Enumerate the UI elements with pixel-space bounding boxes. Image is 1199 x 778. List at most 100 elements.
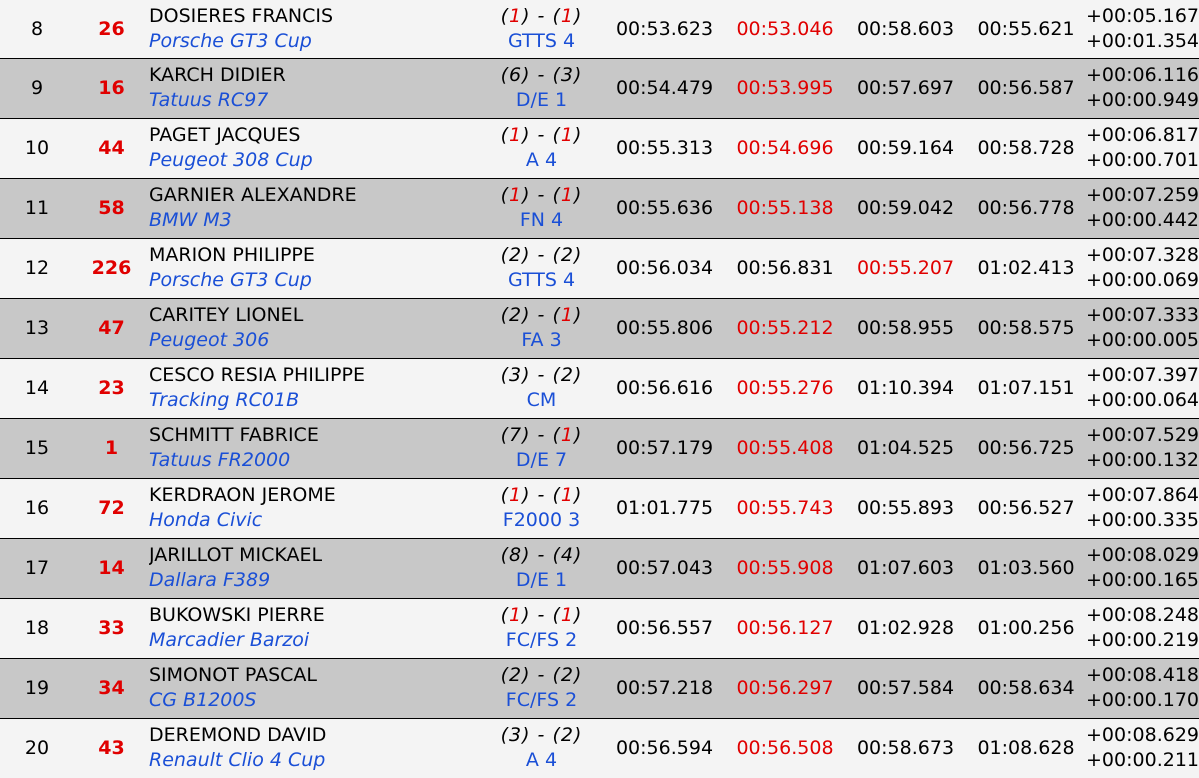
driver-name: GARNIER ALEXANDRE	[149, 184, 357, 206]
table-row[interactable]: 10 44 PAGET JACQUES Peugeot 308 Cup (1) …	[0, 117, 1199, 178]
driver-cell: CESCO RESIA PHILIPPE Tracking RC01B	[149, 357, 479, 418]
position-cell: 8	[30, 17, 44, 40]
class-rank: (8) - (4)	[500, 544, 583, 566]
gap-cell: +00:07.328 +00:00.069	[1086, 237, 1199, 298]
gap-to-leader: +00:07.328	[1086, 244, 1199, 266]
gap-to-leader: +00:08.629	[1086, 724, 1199, 747]
overall-class-rank: 8	[509, 544, 523, 566]
driver-name: CESCO RESIA PHILIPPE	[149, 364, 365, 386]
table-row[interactable]: 14 23 CESCO RESIA PHILIPPE Tracking RC01…	[0, 357, 1199, 418]
lap-time-3: 01:10.394	[845, 357, 966, 418]
gap-to-previous: +00:01.354	[1086, 29, 1199, 52]
table-row[interactable]: 19 34 SIMONOT PASCAL CG B1200S (2) - (2)…	[0, 657, 1199, 718]
position-cell: 11	[0, 177, 74, 238]
gap-to-previous: +00:00.165	[1086, 569, 1199, 591]
car-number: 1	[74, 417, 149, 478]
category-rank: 2	[560, 364, 574, 386]
car-model: Honda Civic	[149, 509, 263, 531]
gap-to-previous: +00:00.335	[1086, 509, 1199, 531]
gap-to-previous: +00:00.069	[1086, 269, 1199, 291]
car-model: Porsche GT3 Cup	[149, 29, 312, 52]
gap-to-leader: +00:07.529	[1086, 424, 1199, 446]
driver-name: MARION PHILIPPE	[149, 244, 315, 266]
table-row[interactable]: 12 226 MARION PHILIPPE Porsche GT3 Cup (…	[0, 237, 1199, 298]
category-label: D/E 1	[515, 89, 568, 111]
lap-time-2: 00:56.297	[725, 657, 845, 718]
category-label: FC/FS 2	[505, 629, 578, 651]
lap-time-3: 00:57.584	[845, 657, 966, 718]
table-row[interactable]: 15 1 SCHMITT FABRICE Tatuus FR2000 (7) -…	[0, 417, 1199, 478]
lap-time-1: 00:57.179	[604, 417, 725, 478]
category-rank: 2	[560, 664, 574, 686]
driver-cell: JARILLOT MICKAEL Dallara F389	[149, 537, 479, 598]
position-cell: 17	[0, 537, 74, 598]
category-label: F2000 3	[502, 509, 581, 531]
gap-to-previous: +00:00.211	[1086, 749, 1199, 772]
class-rank: (2) - (2)	[500, 244, 583, 266]
class-rank: (1) - (1)	[500, 124, 583, 146]
driver-name: PAGET JACQUES	[149, 124, 301, 146]
gap-to-leader: +00:07.333	[1086, 304, 1199, 326]
lap-time-2: 00:55.212	[725, 297, 845, 358]
table-row[interactable]: 18 33 BUKOWSKI PIERRE Marcadier Barzoi (…	[0, 597, 1199, 658]
lap-time-2: 00:55.908	[725, 537, 845, 598]
driver-cell: PAGET JACQUES Peugeot 308 Cup	[149, 117, 479, 178]
driver-cell: SIMONOT PASCAL CG B1200S	[149, 657, 479, 718]
car-number: 16	[74, 57, 149, 118]
class-rank: (2) - (1)	[500, 304, 583, 326]
car-number: 58	[74, 177, 149, 238]
overall-class-rank: 3	[509, 364, 523, 386]
car-number: 23	[74, 357, 149, 418]
lap-time-1: 00:56.034	[604, 237, 725, 298]
category-rank: 1	[560, 124, 574, 146]
driver-cell: BUKOWSKI PIERRE Marcadier Barzoi	[149, 597, 479, 658]
car-number: 43	[74, 717, 149, 778]
driver-cell: CARITEY LIONEL Peugeot 306	[149, 297, 479, 358]
table-row[interactable]: 20 43 DEREMOND DAVID Renault Clio 4 Cup …	[0, 717, 1199, 778]
car-model: CG B1200S	[149, 689, 257, 711]
lap-time-2: 00:55.408	[725, 417, 845, 478]
car-number: 47	[74, 297, 149, 358]
position-cell: 9	[0, 57, 74, 118]
overall-class-rank: 2	[509, 664, 523, 686]
car-model: Dallara F389	[149, 569, 271, 591]
car-number: 26	[98, 17, 125, 40]
lap-time-3: 00:59.042	[845, 177, 966, 238]
lap-time-3: 01:04.525	[845, 417, 966, 478]
table-row[interactable]: 16 72 KERDRAON JEROME Honda Civic (1) - …	[0, 477, 1199, 538]
lap-time-1: 00:53.623	[615, 17, 714, 40]
table-row[interactable]: 17 14 JARILLOT MICKAEL Dallara F389 (8) …	[0, 537, 1199, 598]
category-label: D/E 7	[515, 449, 568, 471]
driver-cell: KERDRAON JEROME Honda Civic	[149, 477, 479, 538]
car-model: BMW M3	[149, 209, 232, 231]
position-cell: 16	[0, 477, 74, 538]
category-label: GTTS 4	[507, 269, 576, 291]
lap-time-4: 01:02.413	[966, 237, 1086, 298]
gap-to-leader: +00:06.116	[1086, 64, 1199, 86]
lap-time-1: 00:56.557	[604, 597, 725, 658]
lap-time-4: 00:58.634	[966, 657, 1086, 718]
lap-time-3: 00:58.955	[845, 297, 966, 358]
table-row[interactable]: 8 26 DOSIERES FRANCIS Porsche GT3 Cup (1…	[0, 0, 1199, 58]
car-model: Renault Clio 4 Cup	[149, 749, 326, 772]
driver-name: CARITEY LIONEL	[149, 304, 304, 326]
table-row[interactable]: 11 58 GARNIER ALEXANDRE BMW M3 (1) - (1)…	[0, 177, 1199, 238]
category-label: D/E 1	[515, 569, 568, 591]
lap-time-3: 00:55.207	[845, 237, 966, 298]
overall-class-rank: 1	[509, 604, 523, 626]
position-cell: 18	[0, 597, 74, 658]
lap-time-3: 00:57.697	[845, 57, 966, 118]
class-rank: (6) - (3)	[500, 64, 583, 86]
overall-class-rank: 1	[509, 184, 523, 206]
category-label: A 4	[525, 749, 558, 772]
class-cell: (1) - (1) FN 4	[479, 177, 604, 238]
gap-cell: +00:07.529 +00:00.132	[1086, 417, 1199, 478]
table-row[interactable]: 9 16 KARCH DIDIER Tatuus RC97 (6) - (3) …	[0, 57, 1199, 118]
table-row[interactable]: 13 47 CARITEY LIONEL Peugeot 306 (2) - (…	[0, 297, 1199, 358]
class-cell: (2) - (2) GTTS 4	[479, 237, 604, 298]
category-rank: 1	[560, 184, 574, 206]
overall-class-rank: 7	[509, 424, 523, 446]
gap-to-leader: +00:08.418	[1086, 664, 1199, 686]
car-number: 44	[74, 117, 149, 178]
overall-class-rank: 2	[509, 304, 523, 326]
